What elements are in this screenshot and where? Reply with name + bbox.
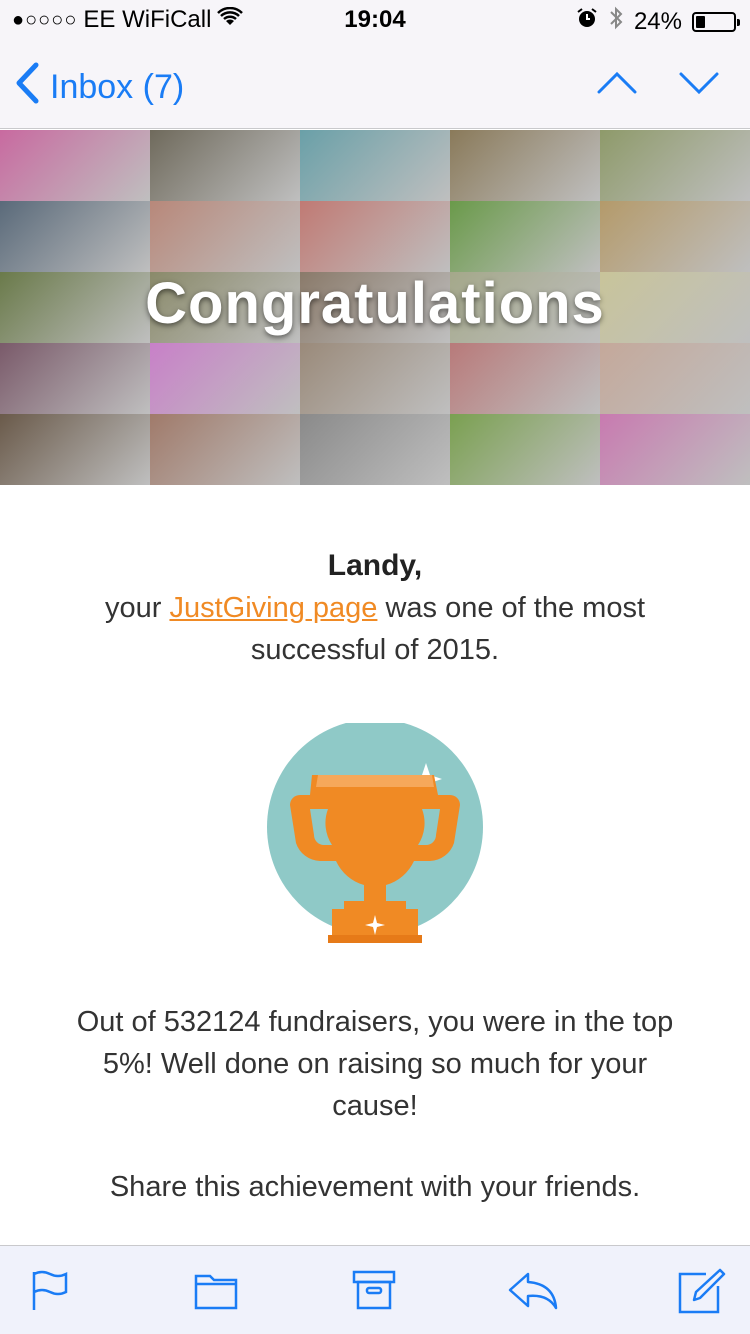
message-navigation	[596, 62, 720, 109]
alarm-icon	[576, 7, 598, 36]
share-prompt: Share this achievement with your friends…	[109, 1171, 641, 1203]
battery-icon	[692, 11, 740, 32]
collage-photo	[600, 343, 750, 414]
previous-message-button[interactable]	[596, 62, 638, 109]
achievement-paragraph: Out of 532124 fundraisers, you were in t…	[76, 1006, 674, 1122]
collage-photo	[450, 130, 600, 201]
collage-photo	[150, 201, 300, 272]
recipient-greeting: Landy,	[327, 549, 423, 582]
justgiving-page-link[interactable]: JustGiving page	[169, 592, 377, 624]
mail-toolbar	[0, 1245, 750, 1334]
collage-photo	[600, 414, 750, 485]
collage-photo	[300, 414, 450, 485]
collage-photo	[600, 201, 750, 272]
flag-icon[interactable]	[28, 1268, 72, 1312]
trophy-illustration	[266, 719, 484, 945]
collage-photo	[0, 130, 150, 201]
compose-icon[interactable]	[678, 1268, 726, 1314]
bluetooth-icon	[608, 6, 624, 37]
reply-icon[interactable]	[508, 1268, 558, 1312]
archive-icon[interactable]	[352, 1268, 396, 1312]
collage-photo	[450, 201, 600, 272]
battery-percent: 24%	[633, 7, 682, 35]
inbox-label: Inbox (7)	[50, 68, 185, 106]
intro-paragraph: your JustGiving page was one of the most…	[65, 587, 685, 671]
collage-photo	[0, 343, 150, 414]
email-body: Landy, your JustGiving page was one of t…	[0, 485, 750, 1203]
collage-photo	[300, 343, 450, 414]
photo-collage-banner: Congratulations	[0, 130, 750, 485]
collage-photo	[450, 414, 600, 485]
trophy-icon	[267, 719, 483, 945]
collage-photo	[450, 343, 600, 414]
collage-photo	[300, 130, 450, 201]
collage-photo	[150, 414, 300, 485]
congratulations-heading: Congratulations	[145, 271, 605, 336]
next-message-button[interactable]	[678, 62, 720, 109]
folder-icon[interactable]	[194, 1268, 238, 1312]
collage-photo	[150, 343, 300, 414]
chevron-left-icon	[14, 62, 40, 113]
collage-photo	[300, 201, 450, 272]
collage-photo	[0, 201, 150, 272]
battery-level	[696, 15, 705, 28]
mail-nav-bar: Inbox (7)	[0, 40, 750, 129]
collage-photo	[150, 130, 300, 201]
collage-photo	[600, 130, 750, 201]
back-to-inbox-button[interactable]: Inbox (7)	[14, 62, 184, 113]
status-bar: ●○○○○ EE WiFiCall 19:04 24%	[0, 0, 750, 40]
intro-text-before: your	[104, 592, 170, 624]
collage-photo	[0, 414, 150, 485]
status-right: 24%	[576, 6, 740, 37]
